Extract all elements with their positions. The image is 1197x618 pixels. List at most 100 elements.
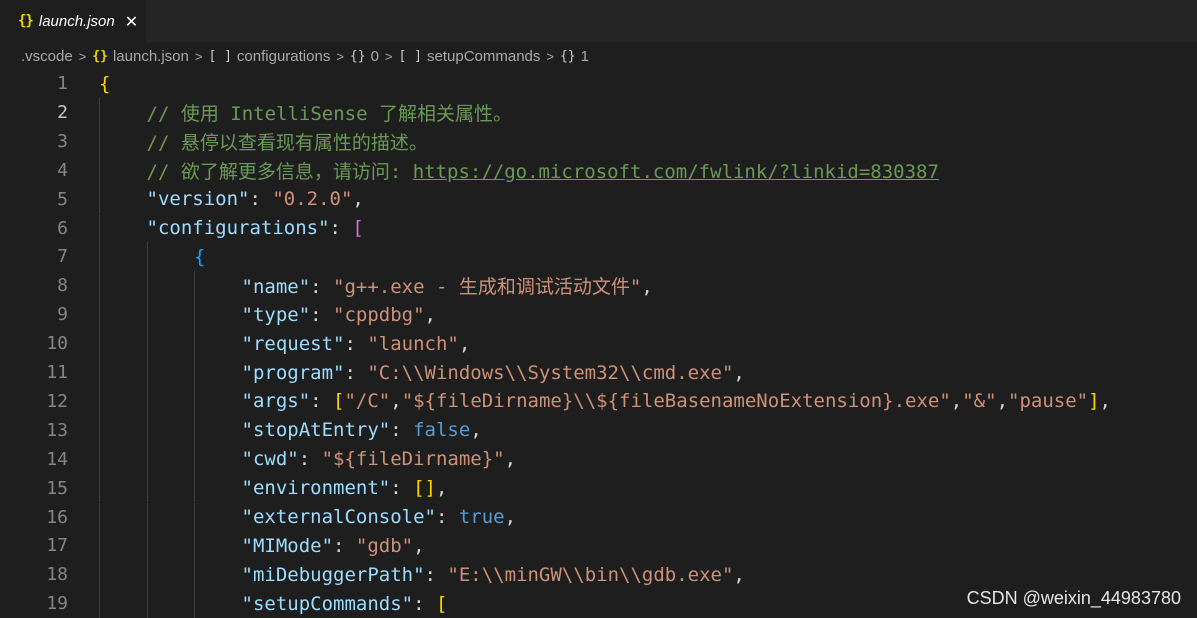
code-line[interactable]: 18 "miDebuggerPath": "E:\\minGW\\bin\\gdb… — [0, 560, 1197, 590]
indent-guide — [99, 415, 100, 445]
code-token: { — [99, 72, 111, 95]
code-token: [ — [435, 592, 448, 615]
breadcrumb-item[interactable]: {} launch.json — [92, 48, 189, 65]
indent-guide — [146, 589, 148, 618]
breadcrumb: .vscode >{} launch.json >[ ] configurations >… — [21, 44, 1191, 68]
code-line[interactable]: 5 "version": "0.2.0", — [0, 184, 1197, 214]
code-token: , — [641, 276, 653, 299]
code-text: // 欲了解更多信息，请访问: https://go.microsoft.com… — [147, 157, 939, 184]
code-link[interactable]: https://go.microsoft.com/fwlink/?linkid=… — [413, 161, 939, 183]
code-text: "miDebuggerPath": "E:\\minGW\\bin\\gdb.e… — [242, 564, 745, 586]
code-text: "type": "cppdbg", — [242, 304, 437, 326]
code-token: "pause" — [1008, 390, 1089, 413]
breadcrumb-item[interactable]: [ ] configurations — [208, 48, 330, 65]
close-icon[interactable]: ✕ — [125, 12, 138, 31]
code-token: "launch" — [367, 332, 459, 355]
code-text: "version": "0.2.0", — [147, 188, 364, 210]
indent-guide — [99, 300, 100, 330]
code-text: "args": ["/C","${fileDirname}\\${fileBas… — [242, 390, 1112, 412]
code-line[interactable]: 17 "MIMode": "gdb", — [0, 531, 1197, 561]
code-token: , — [504, 448, 517, 471]
code-token: "cppdbg" — [333, 303, 425, 326]
indent-guide — [146, 560, 148, 590]
tab-launch-json[interactable]: {} launch.json ✕ — [0, 0, 146, 42]
code-text: "externalConsole": true, — [242, 506, 517, 528]
array-icon: [ ] — [208, 48, 232, 64]
code-token: [ — [333, 390, 345, 413]
code-token: , — [390, 390, 402, 413]
line-number: 8 — [57, 275, 68, 297]
breadcrumb-item[interactable]: {} 1 — [560, 48, 589, 65]
breadcrumb-item[interactable]: {} 0 — [350, 48, 379, 65]
code-token: , — [996, 390, 1009, 413]
code-token: // 使用 IntelliSense 了解相关属性。 — [146, 102, 512, 125]
code-token: "C:\\Windows\\System32\\cmd.exe" — [367, 361, 734, 384]
chevron-right-icon: > — [546, 48, 554, 64]
code-token: "g++.exe - 生成和调试活动文件" — [333, 276, 642, 299]
indent-guide — [194, 502, 195, 532]
line-number: 3 — [57, 130, 68, 152]
code-line[interactable]: 10 "request": "launch", — [0, 329, 1197, 358]
line-number: 1 — [57, 73, 68, 94]
code-token: { — [194, 245, 206, 268]
code-token: "setupCommands" — [241, 592, 414, 615]
code-token: : — [390, 419, 414, 442]
code-line[interactable]: 14 "cwd": "${fileDirname}", — [0, 444, 1197, 474]
code-token: , — [1099, 390, 1111, 413]
code-token: // 悬停以查看现有属性的描述。 — [146, 131, 428, 154]
code-token: [ — [352, 217, 364, 239]
code-token: : — [390, 477, 414, 500]
code-text: "environment": [], — [242, 477, 448, 499]
indent-guide — [146, 242, 148, 272]
code-token: , — [352, 188, 364, 211]
code-line[interactable]: 12 "args": ["/C","${fileDirname}\\${fileB… — [0, 386, 1197, 416]
code-line[interactable]: 6 "configurations": [ — [0, 213, 1197, 243]
code-line[interactable]: 1{ — [0, 69, 1197, 98]
code-token: , — [733, 361, 745, 384]
code-text: "MIMode": "gdb", — [242, 535, 425, 557]
line-number: 6 — [57, 217, 68, 239]
object-braces-icon: {} — [559, 48, 576, 64]
code-line[interactable]: 8 "name": "g++.exe - 生成和调试活动文件", — [0, 271, 1197, 301]
code-line[interactable]: 9 "type": "cppdbg", — [0, 300, 1197, 330]
code-token: "miDebuggerPath" — [241, 563, 425, 586]
code-editor[interactable]: 1{2// 使用 IntelliSense 了解相关属性。 3// 悬停以查看现有… — [0, 69, 1197, 618]
code-token: "name" — [241, 276, 311, 299]
indent-guide — [194, 473, 195, 503]
code-token: , — [470, 419, 482, 442]
tab-label: launch.json — [38, 12, 115, 30]
code-line[interactable]: 15 "environment": [], — [0, 473, 1197, 503]
indent-guide — [99, 560, 100, 590]
code-line[interactable]: 4 // 欲了解更多信息，请访问: https://go.microsoft.co… — [0, 155, 1197, 185]
code-line[interactable]: 13 "stopAtEntry": false, — [0, 415, 1197, 445]
indent-guide — [146, 415, 148, 445]
indent-guide — [146, 271, 148, 301]
line-number: 12 — [46, 390, 68, 412]
code-token: , — [436, 477, 448, 500]
code-token: : — [249, 188, 273, 211]
indent-guide — [99, 97, 100, 127]
code-token: "request" — [241, 332, 345, 355]
indent-guide — [194, 589, 195, 618]
code-line[interactable]: 3 // 悬停以查看现有属性的描述。 — [0, 126, 1197, 156]
chevron-right-icon: > — [78, 48, 87, 64]
breadcrumb-item[interactable]: [ ] setupCommands — [399, 48, 541, 65]
code-line[interactable]: 11 "program": "C:\\Windows\\System32\\cmd… — [0, 358, 1197, 387]
breadcrumb-label: 1 — [580, 47, 589, 65]
breadcrumb-item[interactable]: .vscode — [21, 48, 73, 65]
code-token: "0.2.0" — [272, 188, 353, 211]
code-token: : — [333, 534, 356, 557]
code-token: "program" — [241, 361, 345, 384]
line-number: 19 — [46, 593, 68, 615]
code-token: // 欲了解更多信息，请访问: — [146, 160, 413, 183]
indent-guide — [99, 531, 100, 561]
code-text: // 悬停以查看现有属性的描述。 — [147, 128, 428, 155]
code-token: "externalConsole" — [241, 506, 436, 528]
indent-guide — [146, 531, 148, 561]
code-line[interactable]: 7{ — [0, 242, 1197, 272]
code-token: , — [733, 563, 745, 586]
indent-guide — [146, 473, 148, 503]
code-line[interactable]: 16 "externalConsole": true, — [0, 502, 1197, 532]
code-line[interactable]: 2 // 使用 IntelliSense 了解相关属性。 — [0, 97, 1197, 127]
indent-guide — [194, 560, 195, 590]
